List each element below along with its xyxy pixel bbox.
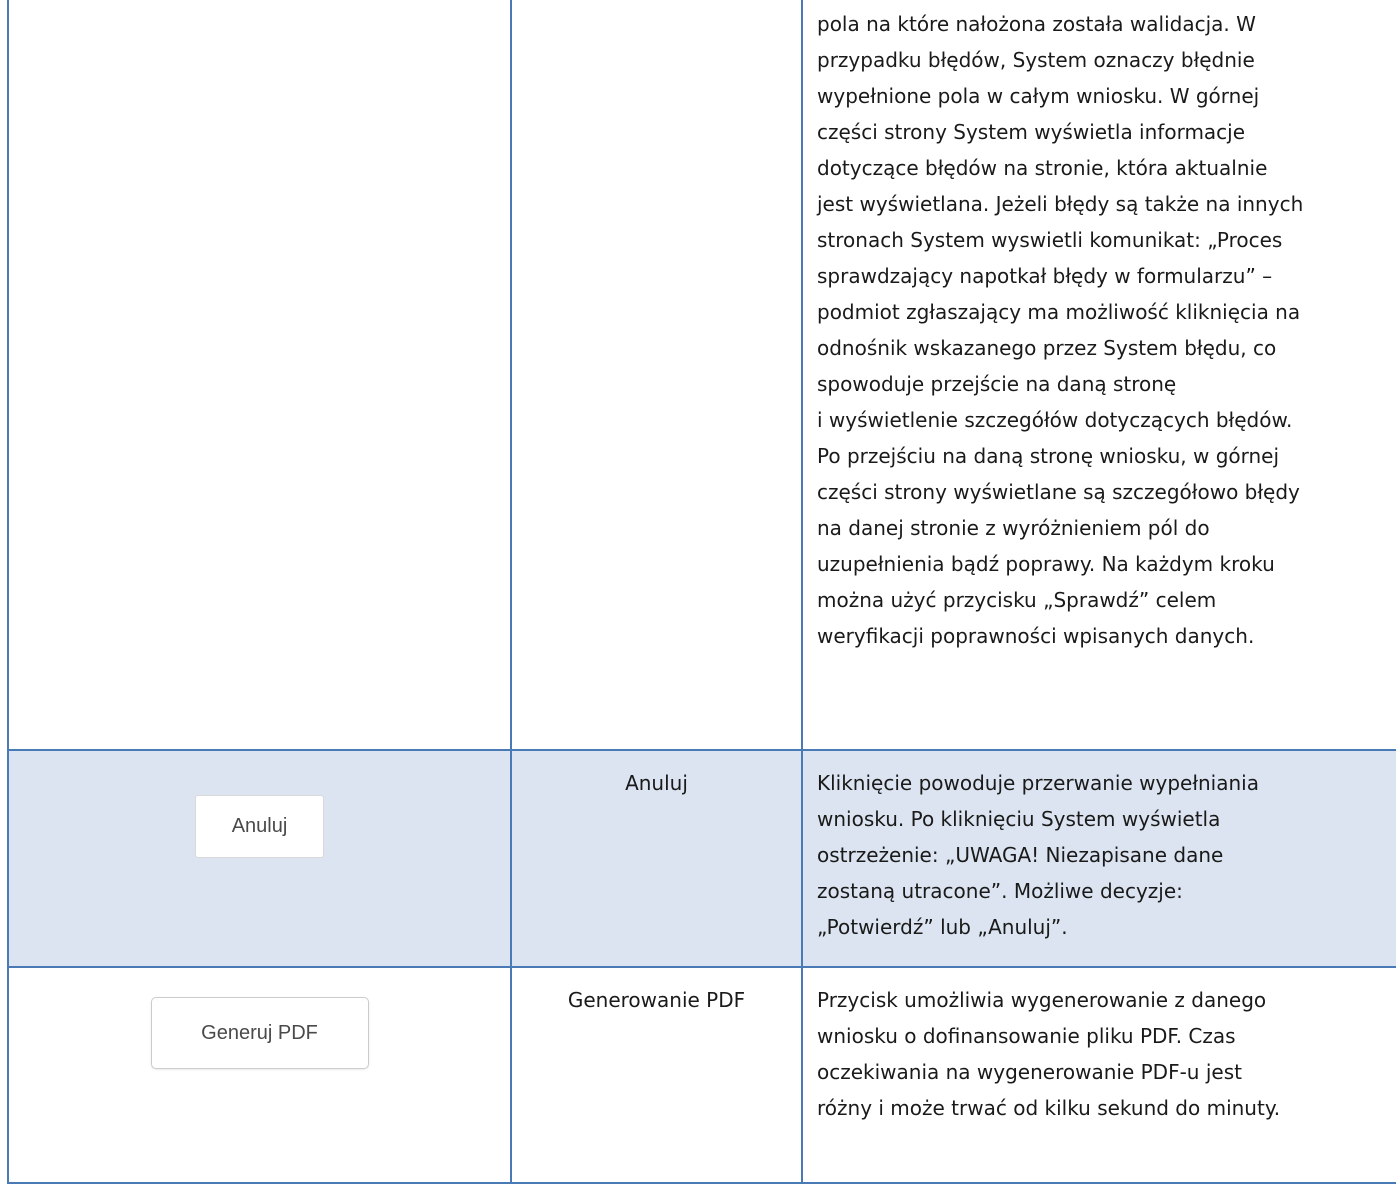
name-cell: Anuluj [510, 749, 803, 968]
description-text: pola na które nałożona została walidacja… [817, 12, 1304, 648]
name-cell [510, 0, 803, 751]
cancel-button[interactable]: Anuluj [195, 795, 324, 858]
documentation-table: pola na które nałożona została walidacja… [7, 0, 1396, 1184]
description-text: Przycisk umożliwia wygenerowanie z daneg… [817, 988, 1281, 1120]
icon-cell: Generuj PDF [7, 966, 512, 1184]
description-cell: pola na które nałożona została walidacja… [801, 0, 1396, 751]
generate-pdf-button[interactable]: Generuj PDF [150, 997, 369, 1069]
description-cell: Kliknięcie powoduje przerwanie wypełnian… [801, 749, 1396, 968]
icon-cell [7, 0, 512, 751]
table-row-anuluj: Anuluj Anuluj Kliknięcie powoduje przerw… [7, 749, 1396, 968]
icon-cell: Anuluj [7, 749, 512, 968]
table-row-validation: pola na które nałożona została walidacja… [7, 0, 1396, 751]
description-cell: Przycisk umożliwia wygenerowanie z daneg… [801, 966, 1396, 1184]
table-row-generate-pdf: Generuj PDF Generowanie PDF Przycisk umo… [7, 966, 1396, 1184]
name-cell: Generowanie PDF [510, 966, 803, 1184]
description-text: Kliknięcie powoduje przerwanie wypełnian… [817, 771, 1259, 939]
